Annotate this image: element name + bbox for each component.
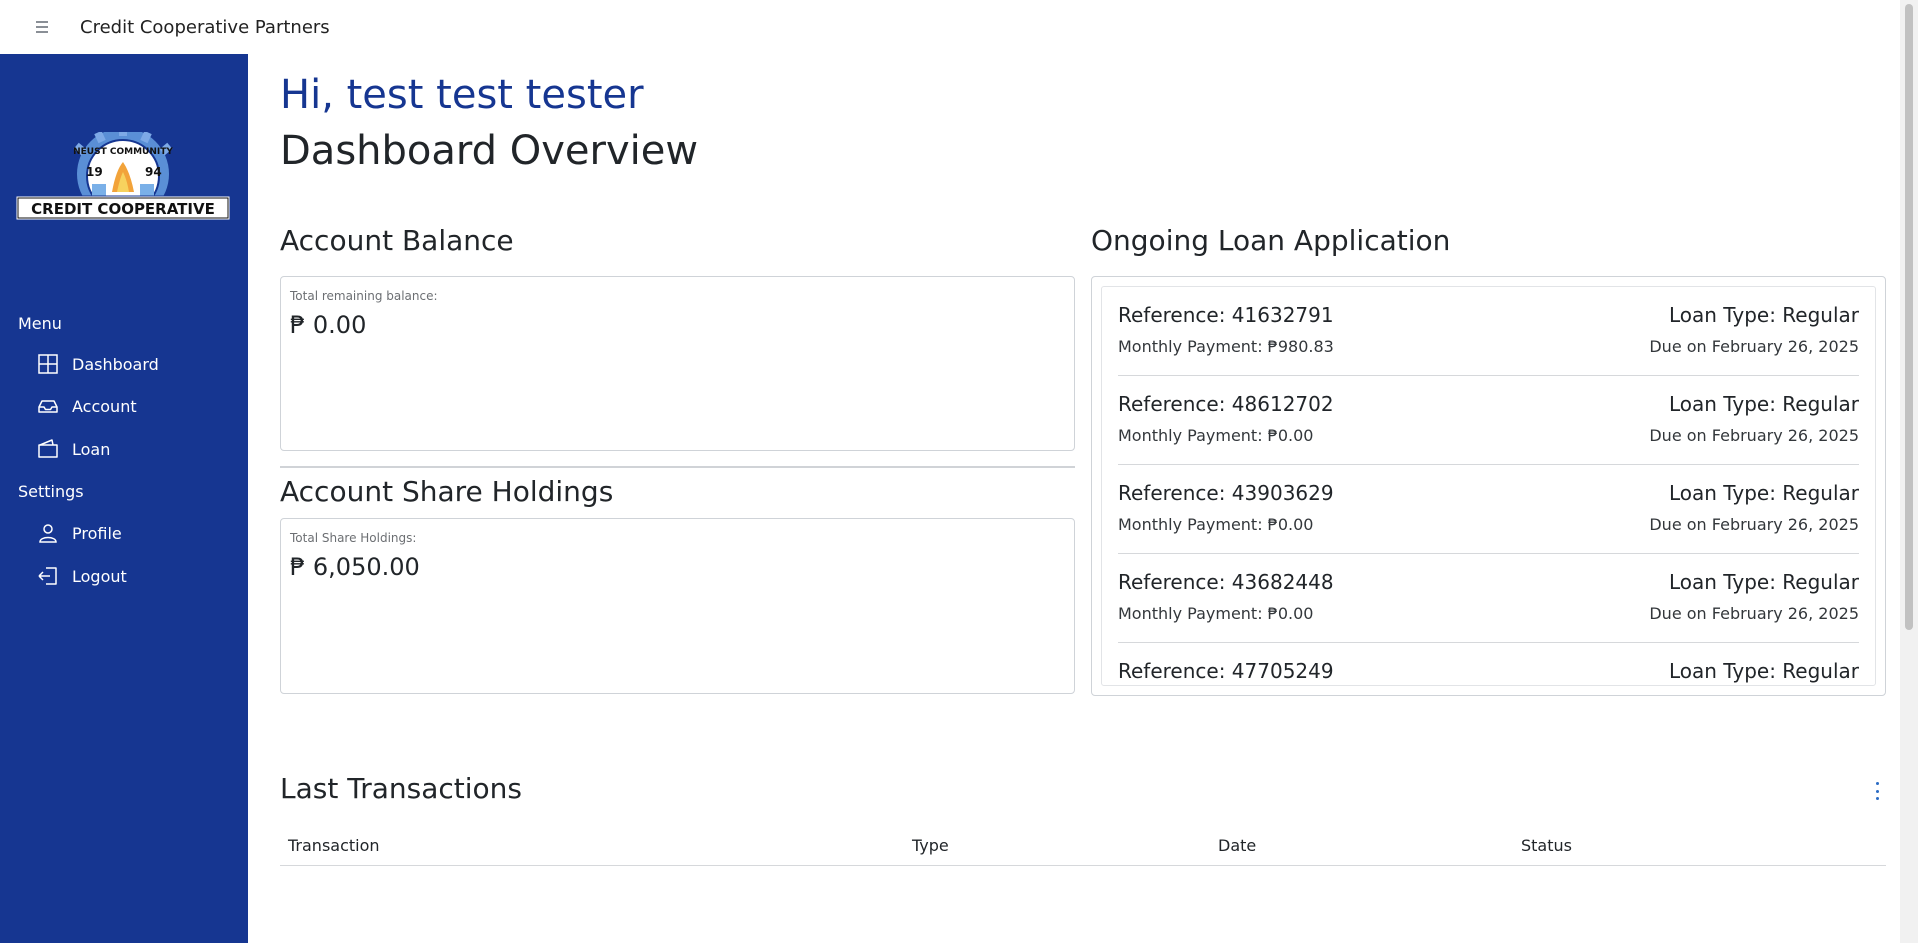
app-title: Credit Cooperative Partners (80, 16, 330, 38)
loan-list[interactable]: Reference: 41632791 Loan Type: Regular M… (1101, 286, 1876, 686)
loan-monthly-payment: Monthly Payment: ₱0.00 (1118, 515, 1314, 534)
sidebar-item-profile[interactable]: Profile (36, 521, 122, 545)
person-icon (39, 524, 57, 543)
loan-due-date: Due on February 26, 2025 (1649, 426, 1859, 445)
loan-item[interactable]: Reference: 43682448 Loan Type: Regular M… (1118, 554, 1859, 643)
loan-monthly-payment: Monthly Payment: ₱980.83 (1118, 337, 1334, 356)
loan-type: Loan Type: Regular (1668, 392, 1859, 416)
loan-reference: Reference: 47705249 (1118, 659, 1334, 683)
transactions-table-header: Transaction Type Date Status (280, 828, 1886, 866)
loan-monthly-payment: Monthly Payment: ₱0.00 (1118, 604, 1314, 623)
last-transactions-title: Last Transactions (280, 772, 522, 805)
account-balance-card: Total remaining balance: ₱ 0.00 (280, 276, 1075, 451)
loan-item[interactable]: Reference: 47705249 Loan Type: Regular (1118, 643, 1859, 685)
top-bar: Credit Cooperative Partners (0, 0, 1900, 54)
share-holdings-caption: Total Share Holdings: (290, 531, 417, 545)
wallet-icon (38, 439, 58, 458)
logo-banner-text: CREDIT COOPERATIVE (31, 200, 215, 218)
loan-reference: Reference: 48612702 (1118, 392, 1334, 416)
loan-monthly-payment: Monthly Payment: ₱0.00 (1118, 426, 1314, 445)
inbox-tray-icon (38, 400, 58, 413)
greeting: Hi, test test tester (280, 72, 644, 118)
sidebar-item-label: Account (72, 396, 137, 416)
share-holdings-card: Total Share Holdings: ₱ 6,050.00 (280, 518, 1075, 694)
loan-reference: Reference: 43903629 (1118, 481, 1334, 505)
column-header-date[interactable]: Date (1218, 836, 1256, 855)
loan-due-date: Due on February 26, 2025 (1649, 337, 1859, 356)
column-header-transaction[interactable]: Transaction (288, 836, 380, 855)
hamburger-icon[interactable] (36, 21, 56, 33)
menu-section-label: Menu (18, 314, 62, 333)
loan-type: Loan Type: Regular (1668, 303, 1859, 327)
kebab-menu-icon[interactable] (1874, 782, 1880, 800)
sidebar-item-label: Profile (72, 523, 122, 543)
sidebar-item-label: Logout (72, 566, 127, 586)
logo-arc-text: NEUST COMMUNITY (73, 147, 173, 157)
balance-amount: ₱ 0.00 (290, 311, 367, 339)
sidebar-item-label: Dashboard (72, 354, 159, 374)
balance-caption: Total remaining balance: (290, 289, 438, 303)
loan-due-date: Due on February 26, 2025 (1649, 604, 1859, 623)
credit-cooperative-logo: 19 94 NEUST COMMUNITY CREDIT COOPERATIVE (16, 132, 230, 221)
logo-year-left: 19 (86, 165, 103, 179)
sidebar: 19 94 NEUST COMMUNITY CREDIT COOPERATIVE… (0, 54, 248, 943)
loan-type: Loan Type: Regular (1668, 659, 1859, 683)
account-balance-title: Account Balance (280, 224, 514, 257)
logout-icon (38, 567, 57, 585)
settings-section-label: Settings (18, 482, 84, 501)
sidebar-item-dashboard[interactable]: Dashboard (36, 352, 159, 376)
sidebar-item-logout[interactable]: Logout (36, 564, 127, 588)
ongoing-loan-title: Ongoing Loan Application (1091, 224, 1451, 257)
page-scrollbar[interactable] (1900, 0, 1918, 943)
dashboard-grid-icon (38, 354, 58, 374)
page-title: Dashboard Overview (280, 128, 699, 174)
loan-type: Loan Type: Regular (1668, 570, 1859, 594)
loan-item[interactable]: Reference: 43903629 Loan Type: Regular M… (1118, 465, 1859, 554)
share-holdings-title: Account Share Holdings (280, 475, 614, 508)
loan-reference: Reference: 43682448 (1118, 570, 1334, 594)
loan-item[interactable]: Reference: 41632791 Loan Type: Regular M… (1118, 287, 1859, 376)
loan-item[interactable]: Reference: 48612702 Loan Type: Regular M… (1118, 376, 1859, 465)
loan-type: Loan Type: Regular (1668, 481, 1859, 505)
section-divider (280, 466, 1075, 468)
share-holdings-amount: ₱ 6,050.00 (290, 553, 420, 581)
loan-due-date: Due on February 26, 2025 (1649, 515, 1859, 534)
loan-reference: Reference: 41632791 (1118, 303, 1334, 327)
ongoing-loan-card: Reference: 41632791 Loan Type: Regular M… (1091, 276, 1886, 696)
column-header-type[interactable]: Type (912, 836, 949, 855)
column-header-status[interactable]: Status (1521, 836, 1572, 855)
scrollbar-thumb[interactable] (1905, 4, 1913, 630)
sidebar-item-account[interactable]: Account (36, 394, 137, 418)
logo-year-right: 94 (145, 165, 162, 179)
sidebar-item-label: Loan (72, 439, 111, 459)
sidebar-item-loan[interactable]: Loan (36, 437, 110, 461)
